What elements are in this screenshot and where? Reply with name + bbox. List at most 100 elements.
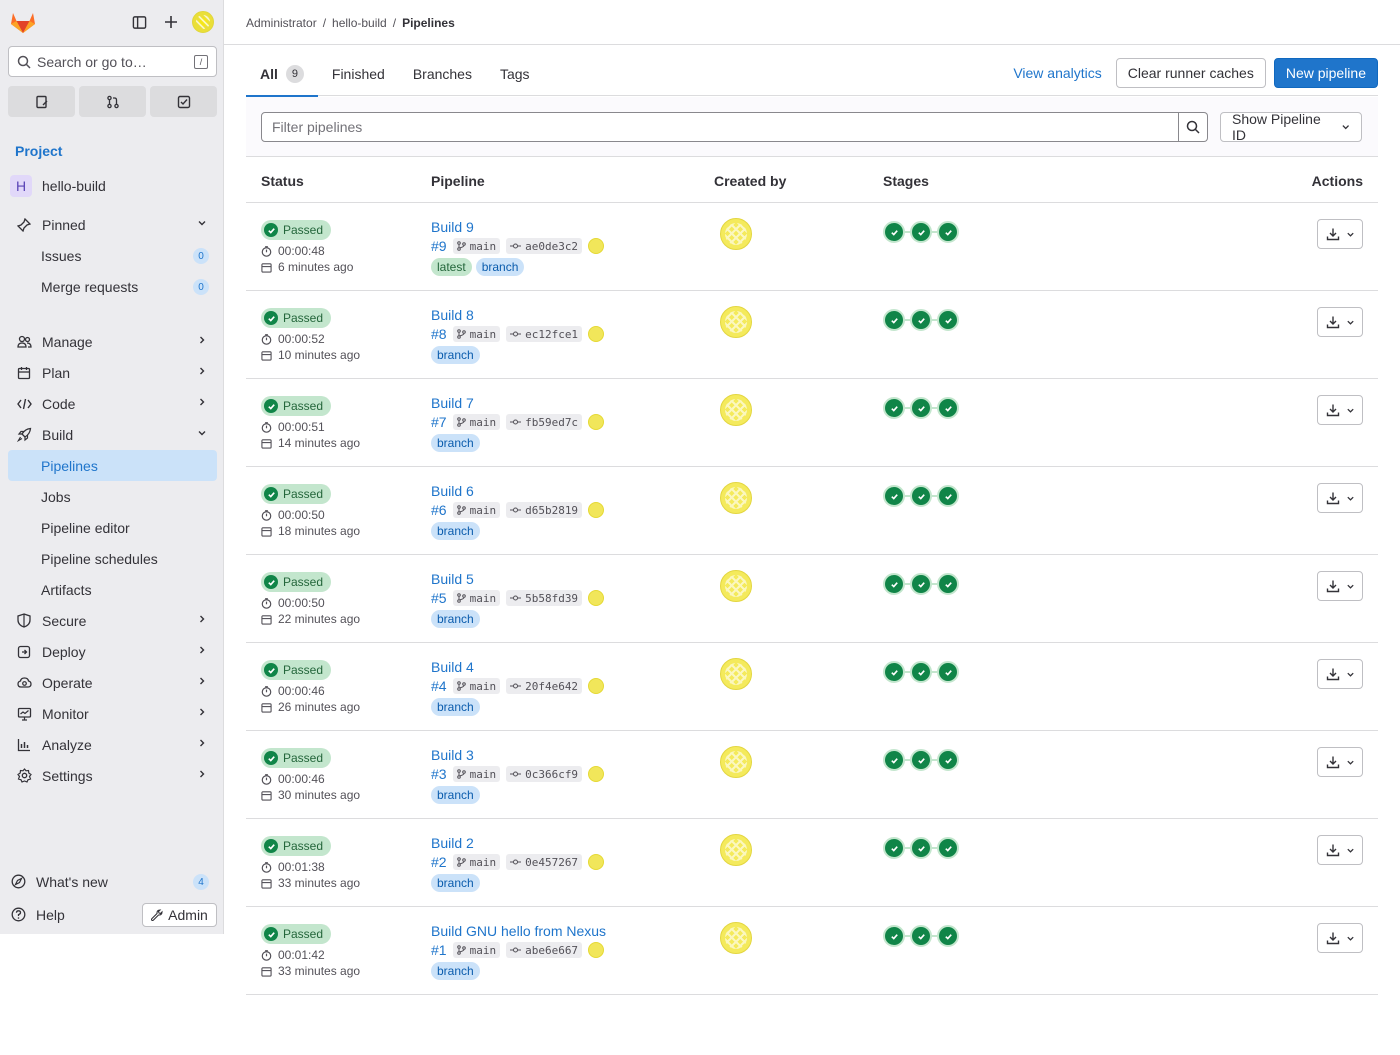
tab-branches[interactable]: Branches: [399, 52, 486, 96]
creator-avatar[interactable]: [720, 570, 752, 602]
download-artifacts-button[interactable]: [1317, 219, 1363, 249]
sidebar-item-plan[interactable]: Plan: [8, 357, 217, 388]
filter-pipelines-input[interactable]: Filter pipelines: [261, 112, 1179, 142]
pipeline-id-link[interactable]: #2: [431, 854, 447, 870]
pipeline-title-link[interactable]: Build 2: [431, 835, 474, 851]
stage-passed-icon[interactable]: [910, 573, 932, 595]
sidebar-item-artifacts[interactable]: Artifacts: [8, 574, 217, 605]
pipeline-title-link[interactable]: Build 3: [431, 747, 474, 763]
breadcrumb-item[interactable]: hello-build: [332, 16, 387, 30]
breadcrumb-current[interactable]: Pipelines: [402, 16, 455, 30]
commit-chip[interactable]: 5b58fd39: [506, 590, 583, 606]
download-artifacts-button[interactable]: [1317, 923, 1363, 953]
pipeline-id-link[interactable]: #6: [431, 502, 447, 518]
status-badge[interactable]: Passed: [261, 748, 332, 768]
admin-button[interactable]: Admin: [142, 903, 217, 927]
stage-passed-icon[interactable]: [937, 661, 959, 683]
pipeline-id-link[interactable]: #3: [431, 766, 447, 782]
branch-chip[interactable]: main: [452, 678, 501, 694]
stage-passed-icon[interactable]: [883, 749, 905, 771]
sidebar-item-pipeline-editor[interactable]: Pipeline editor: [8, 512, 217, 543]
user-avatar[interactable]: [192, 11, 214, 33]
pipeline-id-link[interactable]: #4: [431, 678, 447, 694]
view-analytics-link[interactable]: View analytics: [1007, 65, 1107, 81]
commit-author-avatar[interactable]: [588, 678, 605, 694]
whats-new-link[interactable]: What's new 4: [2, 866, 217, 897]
stage-passed-icon[interactable]: [937, 309, 959, 331]
sidebar-item-jobs[interactable]: Jobs: [8, 481, 217, 512]
commit-chip[interactable]: 20f4e642: [506, 678, 583, 694]
stage-passed-icon[interactable]: [883, 221, 905, 243]
pipeline-title-link[interactable]: Build 7: [431, 395, 474, 411]
creator-avatar[interactable]: [720, 658, 752, 690]
stage-passed-icon[interactable]: [883, 309, 905, 331]
filter-search-button[interactable]: [1179, 112, 1208, 142]
stage-passed-icon[interactable]: [910, 485, 932, 507]
sidebar-item-analyze[interactable]: Analyze: [8, 729, 217, 760]
tab-tags[interactable]: Tags: [486, 52, 544, 96]
stage-passed-icon[interactable]: [910, 221, 932, 243]
sidebar-item-pipeline-schedules[interactable]: Pipeline schedules: [8, 543, 217, 574]
clear-runner-caches-button[interactable]: Clear runner caches: [1115, 58, 1266, 88]
status-badge[interactable]: Passed: [261, 220, 332, 240]
stage-passed-icon[interactable]: [937, 837, 959, 859]
stage-passed-icon[interactable]: [937, 573, 959, 595]
creator-avatar[interactable]: [720, 482, 752, 514]
sidebar-item-monitor[interactable]: Monitor: [8, 698, 217, 729]
stage-passed-icon[interactable]: [937, 221, 959, 243]
pipeline-id-select[interactable]: Show Pipeline ID: [1220, 111, 1362, 143]
commit-author-avatar[interactable]: [588, 590, 605, 606]
sidebar-item-manage[interactable]: Manage: [8, 326, 217, 357]
commit-chip[interactable]: ae0de3c2: [506, 238, 583, 254]
download-artifacts-button[interactable]: [1317, 835, 1363, 865]
stage-passed-icon[interactable]: [937, 749, 959, 771]
branch-chip[interactable]: main: [452, 414, 501, 430]
stage-passed-icon[interactable]: [910, 397, 932, 419]
status-badge[interactable]: Passed: [261, 484, 332, 504]
branch-chip[interactable]: main: [452, 766, 501, 782]
commit-author-avatar[interactable]: [588, 238, 605, 254]
creator-avatar[interactable]: [720, 922, 752, 954]
search-input[interactable]: Search or go to… /: [8, 46, 217, 77]
branch-chip[interactable]: main: [452, 238, 501, 254]
stage-passed-icon[interactable]: [883, 573, 905, 595]
stage-passed-icon[interactable]: [937, 485, 959, 507]
download-artifacts-button[interactable]: [1317, 747, 1363, 777]
sidebar-item-issues[interactable]: Issues 0: [8, 240, 217, 271]
pipeline-title-link[interactable]: Build 9: [431, 219, 474, 235]
pipeline-title-link[interactable]: Build 5: [431, 571, 474, 587]
commit-chip[interactable]: d65b2819: [506, 502, 583, 518]
sidebar-item-operate[interactable]: Operate: [8, 667, 217, 698]
new-pipeline-button[interactable]: New pipeline: [1273, 58, 1378, 88]
commit-author-avatar[interactable]: [588, 766, 605, 782]
commit-author-avatar[interactable]: [588, 502, 605, 518]
download-artifacts-button[interactable]: [1317, 483, 1363, 513]
stage-passed-icon[interactable]: [883, 397, 905, 419]
tab-all[interactable]: All 9: [246, 52, 318, 97]
sidebar-item-code[interactable]: Code: [8, 388, 217, 419]
branch-chip[interactable]: main: [452, 942, 501, 958]
sidebar-item-merge-requests[interactable]: Merge requests 0: [8, 271, 217, 302]
commit-author-avatar[interactable]: [588, 942, 605, 958]
sidebar-item-settings[interactable]: Settings: [8, 760, 217, 791]
status-badge[interactable]: Passed: [261, 660, 332, 680]
download-artifacts-button[interactable]: [1317, 571, 1363, 601]
sidebar-item-deploy[interactable]: Deploy: [8, 636, 217, 667]
stage-passed-icon[interactable]: [883, 837, 905, 859]
pipeline-id-link[interactable]: #7: [431, 414, 447, 430]
stage-passed-icon[interactable]: [910, 925, 932, 947]
download-artifacts-button[interactable]: [1317, 395, 1363, 425]
branch-chip[interactable]: main: [452, 590, 501, 606]
commit-chip[interactable]: abe6e667: [506, 942, 583, 958]
commit-chip[interactable]: fb59ed7c: [506, 414, 583, 430]
creator-avatar[interactable]: [720, 746, 752, 778]
stage-passed-icon[interactable]: [910, 837, 932, 859]
sidebar-item-secure[interactable]: Secure: [8, 605, 217, 636]
assigned-issues-icon[interactable]: [8, 86, 75, 117]
todo-icon[interactable]: [150, 86, 217, 117]
pipeline-title-link[interactable]: Build 8: [431, 307, 474, 323]
pipeline-title-link[interactable]: Build GNU hello from Nexus: [431, 923, 606, 939]
stage-passed-icon[interactable]: [910, 749, 932, 771]
project-link[interactable]: H hello-build: [10, 175, 106, 197]
creator-avatar[interactable]: [720, 394, 752, 426]
